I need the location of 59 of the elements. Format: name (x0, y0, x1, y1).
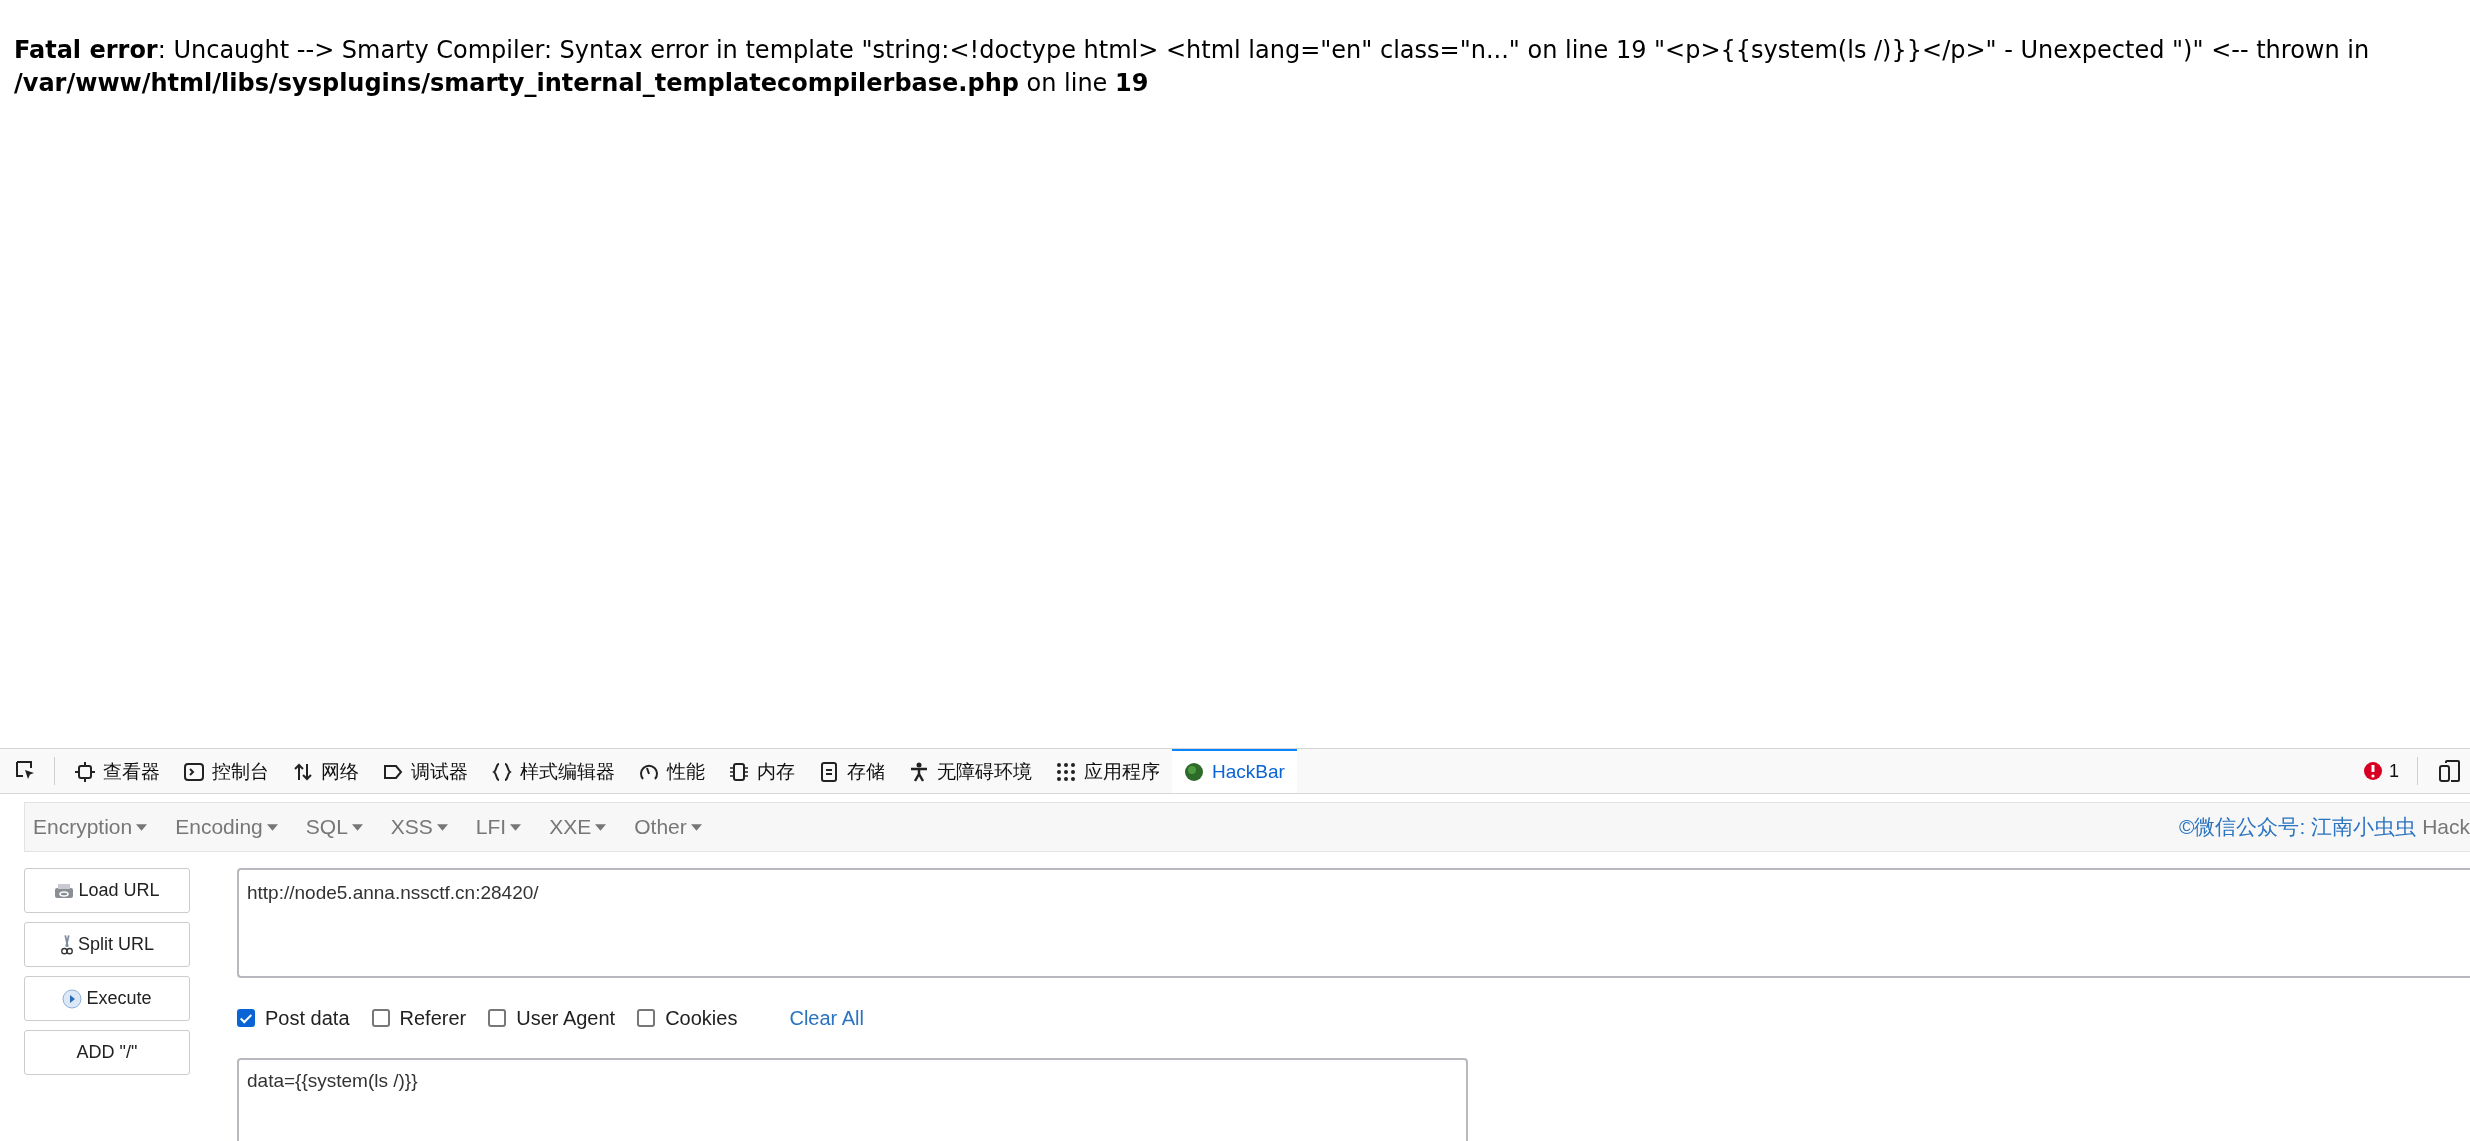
menu-dropdown[interactable]: Encryption (33, 815, 148, 839)
menu-dropdown[interactable]: XXE (549, 815, 607, 839)
error-count[interactable]: 1 (2353, 760, 2409, 782)
checkbox[interactable] (488, 1009, 507, 1027)
devtools-tab[interactable]: 调试器 (371, 749, 480, 793)
caret-icon (690, 823, 702, 831)
up-down-arrows-icon (293, 762, 313, 782)
dot-grid-icon (1056, 762, 1076, 782)
caret-icon (266, 823, 278, 831)
console-icon (184, 762, 204, 782)
devtools-tab[interactable]: 查看器 (63, 749, 172, 793)
url-field[interactable]: http://node5.anna.nssctf.cn:28420/ (237, 868, 2470, 978)
devtools-tab[interactable]: 内存 (717, 749, 807, 793)
menu-dropdown[interactable]: XSS (390, 815, 448, 839)
devtools-tab[interactable]: HackBar (1172, 749, 1297, 793)
chip-icon (75, 762, 95, 782)
credit-text: Hack (2422, 815, 2470, 839)
caret-icon (136, 823, 148, 831)
menu-dropdown[interactable]: LFI (475, 815, 522, 839)
menu-dropdown[interactable]: Other (634, 815, 702, 839)
checkbox[interactable] (637, 1009, 656, 1027)
devtools-tab[interactable]: 无障碍环境 (897, 749, 1044, 793)
play-icon (62, 988, 83, 1009)
error-icon (2363, 761, 2383, 781)
option-checkbox[interactable]: Post data (237, 1006, 350, 1030)
checkbox[interactable] (237, 1009, 255, 1027)
caret-icon (351, 823, 363, 831)
gauge-icon (639, 762, 659, 782)
devtools-tab[interactable]: 应用程序 (1044, 749, 1172, 793)
hackbar-button[interactable]: Execute (24, 976, 190, 1021)
devtools-tab[interactable]: 样式编辑器 (480, 749, 627, 793)
responsive-view-icon[interactable] (2438, 759, 2462, 783)
option-checkbox[interactable]: Referer (371, 1006, 467, 1030)
clear-all-link[interactable]: Clear All (789, 1006, 864, 1030)
devtools-tab[interactable]: 性能 (627, 749, 717, 793)
caret-icon (510, 823, 522, 831)
menu-dropdown[interactable]: SQL (305, 815, 363, 839)
hackbar-button[interactable]: Split URL (24, 922, 190, 967)
devtools-tab[interactable]: 控制台 (172, 749, 281, 793)
memory-chip-icon (729, 762, 749, 782)
error-message: Fatal error: Uncaught --> Smarty Compiler: Syntax error in template "string:<!doctype html> <html lang="en" class="n..." on line 19 "<p>{{system(ls /)}}</p>" - Unexpected ")" <-- thrown in /var/www/html/libs/sysplugins/smarty_internal_templatecompilerbase.php on line 19 (13, 35, 2371, 99)
hackbar-button[interactable]: ADD "/" (24, 1030, 190, 1075)
caret-icon (595, 823, 607, 831)
person-icon (909, 762, 929, 782)
credit-link[interactable]: ©微信公众号: 江南小虫虫 (2179, 813, 2417, 841)
storage-icon (819, 762, 839, 782)
scissors-icon (60, 933, 74, 956)
option-checkbox[interactable]: Cookies (637, 1006, 738, 1030)
braces-icon (492, 762, 512, 782)
menu-dropdown[interactable]: Encoding (175, 815, 278, 839)
devtools-tab[interactable]: 存储 (807, 749, 897, 793)
tag-icon (383, 762, 403, 782)
checkbox[interactable] (371, 1009, 390, 1027)
caret-icon (436, 823, 448, 831)
option-checkbox[interactable]: User Agent (488, 1006, 616, 1030)
ball-logo-icon (1184, 762, 1204, 782)
post-data-field[interactable]: data={{system(ls /)}} (237, 1058, 1468, 1141)
devtools-tab[interactable]: 网络 (281, 749, 371, 793)
hackbar-button[interactable]: Load URL (24, 868, 190, 913)
